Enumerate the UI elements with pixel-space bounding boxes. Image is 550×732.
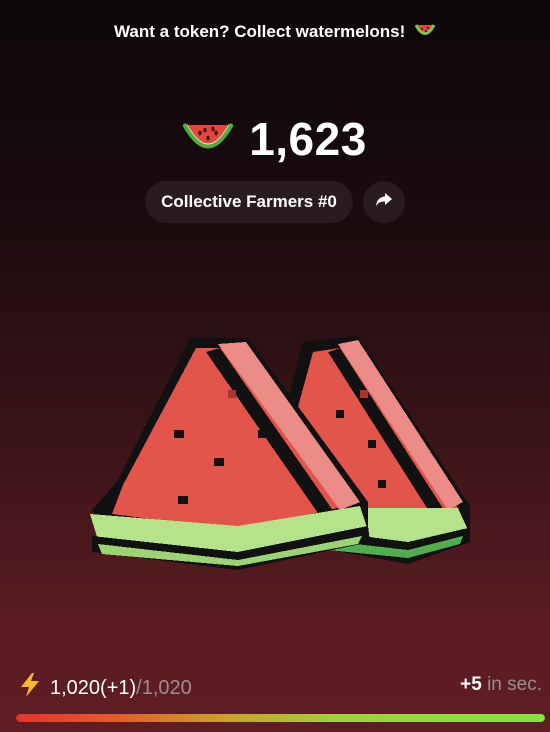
share-button[interactable]	[362, 181, 405, 223]
regen-amount: +5	[460, 674, 482, 695]
team-label: Collective Farmers #0	[161, 192, 337, 211]
share-arrow-icon	[375, 192, 393, 213]
score-display: 1,623	[0, 112, 550, 166]
energy-progress-bar	[16, 714, 545, 722]
energy-max: 1,020	[141, 676, 192, 699]
team-button[interactable]: Collective Farmers #0	[145, 181, 353, 223]
score-value: 1,623	[249, 113, 367, 165]
pixel-watermelon-icon	[90, 336, 470, 570]
header-prompt-text: Want a token? Collect watermelons!	[114, 22, 406, 41]
lightning-icon	[18, 672, 42, 704]
watermelon-icon	[414, 22, 436, 45]
energy-current: 1,020(+1)	[50, 676, 137, 699]
watermelon-tap-target[interactable]	[78, 330, 478, 588]
watermelon-icon	[182, 117, 234, 162]
header-prompt: Want a token? Collect watermelons!	[0, 22, 550, 45]
energy-counter: 1,020(+1)/1,020	[18, 672, 192, 704]
team-row: Collective Farmers #0	[0, 181, 550, 223]
energy-progress-fill	[16, 714, 545, 722]
regen-suffix: in sec.	[487, 674, 542, 695]
regen-timer: +5 in sec.	[460, 674, 542, 696]
